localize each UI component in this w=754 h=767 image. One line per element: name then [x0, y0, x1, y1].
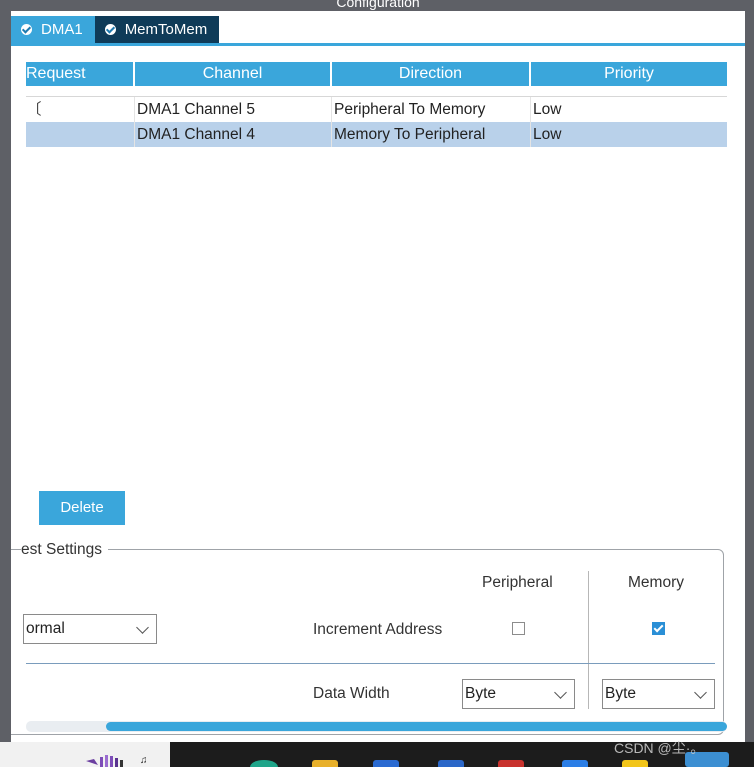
increment-address-label: Increment Address — [313, 621, 443, 638]
column-header-channel[interactable]: Channel — [135, 62, 332, 86]
file-explorer-icon[interactable] — [312, 760, 338, 767]
data-width-label: Data Width — [313, 685, 390, 702]
memory-column-label: Memory — [628, 574, 684, 591]
tab-label: MemToMem — [124, 21, 208, 38]
tab-underline — [11, 43, 745, 46]
memory-data-width-select[interactable]: Byte — [602, 679, 715, 709]
column-header-request[interactable]: Request — [26, 62, 135, 86]
chevron-down-icon — [554, 686, 567, 699]
app-icon[interactable] — [622, 760, 648, 767]
cell-channel: DMA1 Channel 4 — [135, 122, 332, 147]
memory-increment-checkbox[interactable] — [652, 622, 665, 635]
column-divider — [588, 571, 589, 709]
column-header-priority[interactable]: Priority — [531, 62, 727, 86]
delete-button[interactable]: Delete — [39, 491, 125, 525]
watermark: CSDN @尘·。 — [614, 740, 705, 756]
app-icon[interactable] — [562, 760, 588, 767]
svg-text:♫: ♫ — [140, 755, 148, 766]
cell-request: 〔 — [26, 97, 135, 122]
cell-direction: Peripheral To Memory — [332, 97, 531, 122]
memory-data-width-value: Byte — [605, 685, 637, 702]
tab-memtomem[interactable]: MemToMem — [94, 16, 220, 43]
store-icon[interactable] — [373, 760, 399, 767]
app-logo-icon: ♫ — [86, 755, 148, 767]
column-header-direction[interactable]: Direction — [332, 62, 531, 86]
app-icon[interactable] — [498, 760, 524, 767]
window-title: Configuration — [336, 0, 420, 10]
dma-configuration-panel: DMA1 MemToMem Request Channel Direction … — [11, 11, 745, 742]
table-row-selected[interactable]: DMA1 Channel 4 Memory To Peripheral Low — [26, 122, 727, 147]
dma-request-table: Request Channel Direction Priority 〔 DMA… — [26, 62, 727, 147]
tab-label: DMA1 — [41, 21, 83, 38]
tab-dma1[interactable]: DMA1 — [11, 16, 95, 43]
peripheral-data-width-value: Byte — [465, 685, 497, 702]
window-left-border — [0, 0, 11, 742]
table-row[interactable]: 〔 DMA1 Channel 5 Peripheral To Memory Lo… — [26, 97, 727, 122]
check-circle-icon — [104, 24, 116, 35]
peripheral-data-width-select[interactable]: Byte — [462, 679, 575, 709]
cell-priority: Low — [533, 101, 562, 118]
mode-select-value: ormal — [26, 620, 65, 637]
cell-request — [26, 122, 135, 147]
cell-direction: Memory To Peripheral — [332, 122, 531, 147]
settings-row-divider — [26, 663, 715, 664]
check-circle-icon — [21, 24, 32, 35]
chevron-down-icon — [694, 686, 707, 699]
window-title-bar: Configuration — [11, 0, 745, 11]
peripheral-column-label: Peripheral — [482, 574, 553, 591]
cell-priority: Low — [533, 126, 562, 143]
tab-bar: DMA1 MemToMem — [11, 16, 220, 43]
horizontal-scrollbar-thumb[interactable] — [106, 722, 727, 731]
settings-legend: est Settings — [21, 541, 108, 559]
app-icon[interactable] — [438, 760, 464, 767]
peripheral-increment-checkbox[interactable] — [512, 622, 525, 635]
chevron-down-icon — [136, 621, 149, 634]
table-header: Request Channel Direction Priority — [26, 62, 727, 86]
edge-browser-icon[interactable] — [250, 760, 278, 767]
window-right-border — [745, 0, 754, 742]
mode-select[interactable]: ormal — [23, 614, 157, 644]
table-body: 〔 DMA1 Channel 5 Peripheral To Memory Lo… — [26, 96, 727, 147]
cell-channel: DMA1 Channel 5 — [135, 97, 332, 122]
